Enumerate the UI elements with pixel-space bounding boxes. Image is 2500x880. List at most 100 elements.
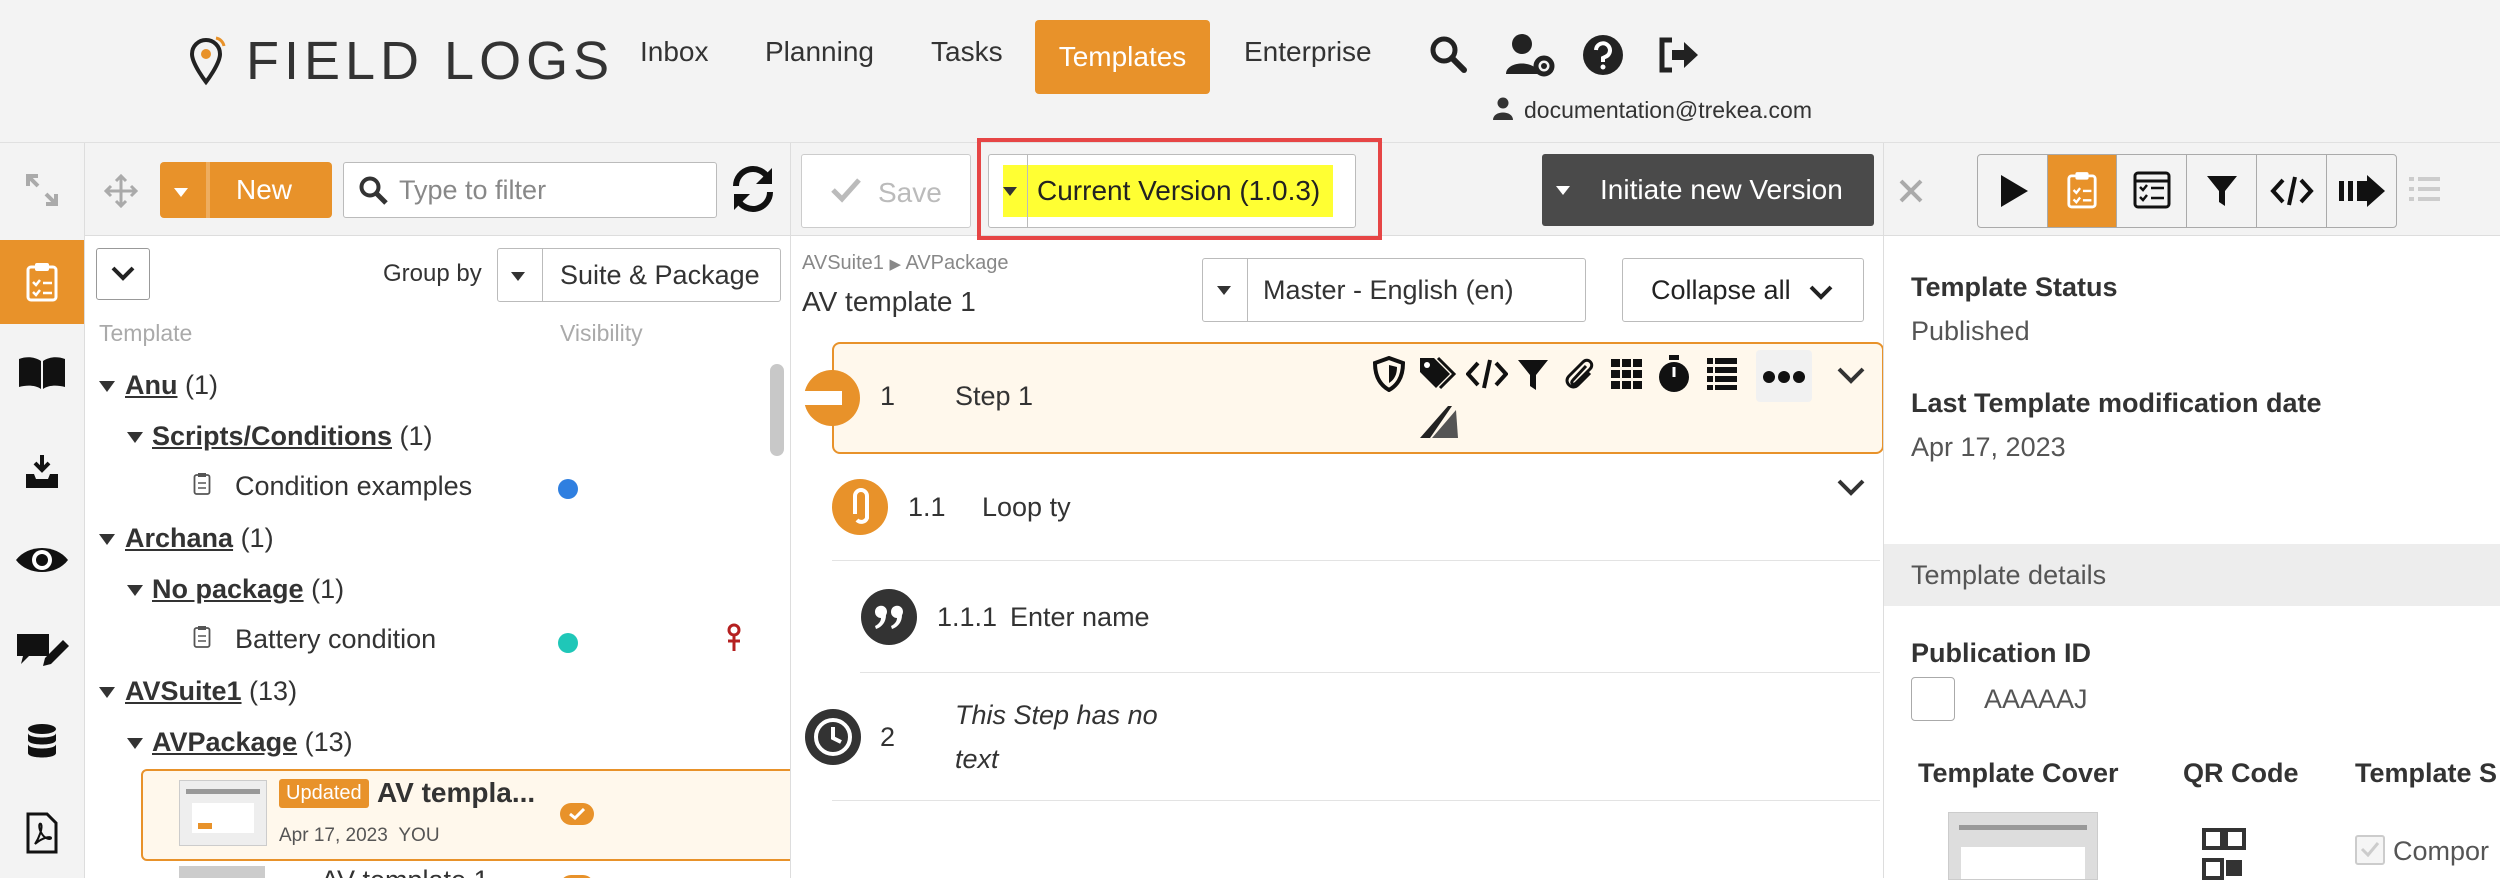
step-1-1-text: Loop ty xyxy=(982,492,1071,522)
timer-icon[interactable] xyxy=(1657,354,1691,394)
save-label: Save xyxy=(878,177,942,208)
template-clipboard-icon xyxy=(193,626,211,648)
chevron-down-icon[interactable] xyxy=(1836,478,1866,498)
caret-down-icon[interactable] xyxy=(127,432,143,443)
tree-item-battery-condition[interactable]: Battery condition xyxy=(235,624,436,655)
inbox-tray-button[interactable] xyxy=(0,430,84,514)
database-button[interactable] xyxy=(0,700,84,784)
template-status-value: Published xyxy=(1911,316,2030,346)
breadcrumb-suite[interactable]: AVSuite1 xyxy=(802,252,884,274)
nav-enterprise[interactable]: Enterprise xyxy=(1244,36,1372,68)
caret-down-icon[interactable] xyxy=(127,585,143,596)
details-section-header[interactable]: Template details xyxy=(1884,544,2500,606)
tree-node-name: No package xyxy=(152,574,304,604)
comments-button[interactable] xyxy=(0,609,84,693)
tab-run[interactable] xyxy=(1978,155,2047,227)
qr-finder xyxy=(2224,828,2246,850)
save-button[interactable]: Save xyxy=(801,154,971,228)
group-by-value: Suite & Package xyxy=(560,260,760,290)
shield-icon[interactable] xyxy=(1372,356,1406,392)
collapse-all-button[interactable]: Collapse all xyxy=(1622,258,1864,322)
version-select[interactable]: Current Version (1.0.3) xyxy=(988,154,1356,228)
collapse-tree-button[interactable] xyxy=(96,248,150,300)
logout-icon[interactable] xyxy=(1656,36,1700,74)
more-options-button[interactable] xyxy=(1756,350,1812,402)
selected-date-value: Apr 17, 2023 xyxy=(279,825,388,846)
tree-node-name: AVPackage xyxy=(152,727,298,757)
tags-icon[interactable] xyxy=(1418,356,1458,392)
nav-planning[interactable]: Planning xyxy=(765,36,874,68)
visibility-dot xyxy=(558,633,578,653)
tree-item-next[interactable]: AV template 1 xyxy=(321,865,489,878)
component-checkbox[interactable] xyxy=(2355,835,2385,865)
caret-down-icon[interactable] xyxy=(99,534,115,545)
templates-view-button[interactable] xyxy=(0,240,84,324)
qr-finder xyxy=(2202,858,2224,880)
tree-node-archana[interactable]: Archana (1) xyxy=(125,523,274,554)
preview-button[interactable] xyxy=(0,518,84,602)
pdf-export-button[interactable] xyxy=(0,791,84,875)
code-icon[interactable] xyxy=(1466,358,1508,390)
cover-header-bar xyxy=(1959,825,2087,830)
tree-item-condition-examples[interactable]: Condition examples xyxy=(235,471,472,502)
signature-icon[interactable] xyxy=(1418,404,1462,440)
close-icon[interactable] xyxy=(1898,178,1924,204)
publication-checkbox[interactable] xyxy=(1911,677,1955,721)
step-start-icon xyxy=(802,370,860,426)
qr-code-image[interactable] xyxy=(2202,828,2246,880)
tab-flow[interactable] xyxy=(2327,155,2396,227)
filter-input[interactable]: Type to filter xyxy=(343,162,717,218)
new-button-label: New xyxy=(236,174,293,205)
tab-report[interactable] xyxy=(2117,155,2186,227)
tab-scripts[interactable] xyxy=(2257,155,2326,227)
step-2-number: 2 xyxy=(880,722,896,752)
tree-node-scripts[interactable]: Scripts/Conditions (1) xyxy=(152,421,433,452)
chevron-down-icon[interactable] xyxy=(1836,366,1866,386)
tree-node-avsuite1[interactable]: AVSuite1 (13) xyxy=(125,676,297,707)
template-cover-label: Template Cover xyxy=(1918,758,2119,788)
list-icon[interactable] xyxy=(2408,174,2442,204)
paperclip-icon[interactable] xyxy=(1562,356,1596,392)
refresh-icon[interactable] xyxy=(728,164,778,214)
row-separator xyxy=(860,672,1880,673)
filter-icon[interactable] xyxy=(1516,358,1550,392)
caret-down-icon[interactable] xyxy=(99,687,115,698)
nav-templates[interactable]: Templates xyxy=(1035,20,1210,94)
template-status-label: Template Status xyxy=(1911,272,2118,302)
next-thumbnail xyxy=(179,866,265,878)
tree-node-no-package[interactable]: No package (1) xyxy=(152,574,344,605)
new-template-button[interactable]: New xyxy=(160,162,332,218)
library-button[interactable] xyxy=(0,331,84,415)
filter-search-icon xyxy=(359,176,388,205)
caret-down-icon[interactable] xyxy=(99,381,115,392)
column-visibility: Visibility xyxy=(560,320,643,346)
drag-move-icon[interactable] xyxy=(104,174,138,208)
caret-down-icon[interactable] xyxy=(127,738,143,749)
initiate-version-button[interactable]: Initiate new Version xyxy=(1542,154,1874,226)
data-stack-icon[interactable] xyxy=(1706,356,1738,392)
tree-node-anu[interactable]: Anu (1) xyxy=(125,370,218,401)
new-dropdown-caret-icon xyxy=(174,188,188,197)
search-icon[interactable] xyxy=(1428,34,1468,74)
breadcrumb-package[interactable]: AVPackage xyxy=(905,252,1008,274)
help-icon[interactable] xyxy=(1582,34,1624,76)
template-cover-image[interactable] xyxy=(1948,812,2098,880)
expand-button[interactable] xyxy=(0,148,84,232)
tree-scrollbar[interactable] xyxy=(770,364,784,456)
language-caret-icon xyxy=(1217,286,1231,295)
step-row-2[interactable] xyxy=(832,674,1880,800)
version-divider xyxy=(1027,155,1028,227)
language-divider xyxy=(1247,259,1248,321)
tree-node-name: AVSuite1 xyxy=(125,676,242,706)
nav-tasks[interactable]: Tasks xyxy=(931,36,1003,68)
tab-conditions[interactable] xyxy=(2187,155,2256,227)
language-select[interactable]: Master - English (en) xyxy=(1202,258,1586,322)
nav-inbox[interactable]: Inbox xyxy=(640,36,709,68)
tree-node-avpackage[interactable]: AVPackage (13) xyxy=(152,727,353,758)
user-settings-icon[interactable] xyxy=(1504,32,1556,78)
step-2-text-line2: text xyxy=(955,744,999,774)
grid-icon[interactable] xyxy=(1610,358,1644,390)
tab-template-info[interactable] xyxy=(2048,155,2116,227)
group-by-select[interactable]: Suite & Package xyxy=(497,248,781,302)
template-s-label: Template S xyxy=(2355,758,2498,788)
